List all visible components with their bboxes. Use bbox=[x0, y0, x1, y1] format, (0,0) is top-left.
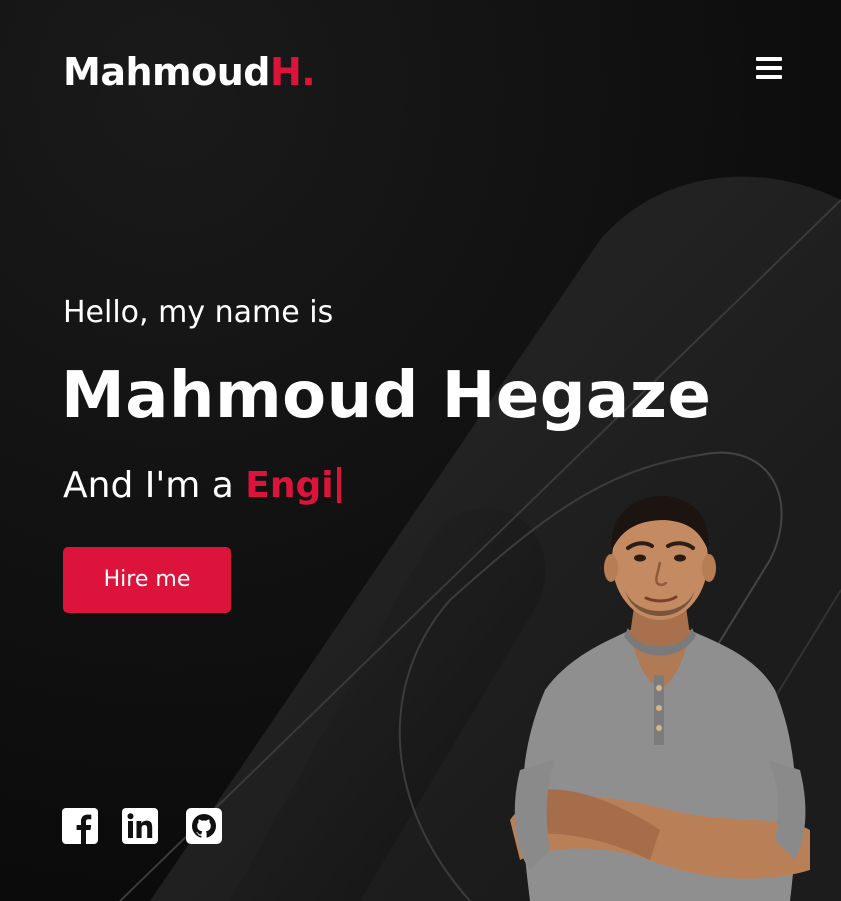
hire-me-button[interactable]: Hire me bbox=[63, 547, 231, 613]
hero-greeting: Hello, my name is bbox=[63, 295, 334, 330]
logo-main-text: Mahmoud bbox=[63, 50, 270, 94]
portrait-photo bbox=[510, 495, 810, 901]
github-icon[interactable] bbox=[186, 808, 222, 844]
hero-role: And I'm a Engi bbox=[63, 464, 341, 508]
hero-page: MahmoudH. Hello, my name is Mahmoud Hega… bbox=[0, 0, 841, 901]
site-logo[interactable]: MahmoudH. bbox=[63, 50, 316, 94]
linkedin-icon[interactable] bbox=[122, 808, 158, 844]
role-prefix: And I'm a bbox=[63, 465, 246, 506]
typing-cursor bbox=[336, 467, 341, 503]
hero-name: Mahmoud Hegaze bbox=[61, 359, 712, 433]
facebook-icon[interactable] bbox=[62, 808, 98, 844]
hamburger-menu-icon[interactable] bbox=[756, 57, 784, 83]
logo-accent-text: H. bbox=[269, 50, 316, 94]
role-typed-text: Engi bbox=[245, 465, 334, 506]
